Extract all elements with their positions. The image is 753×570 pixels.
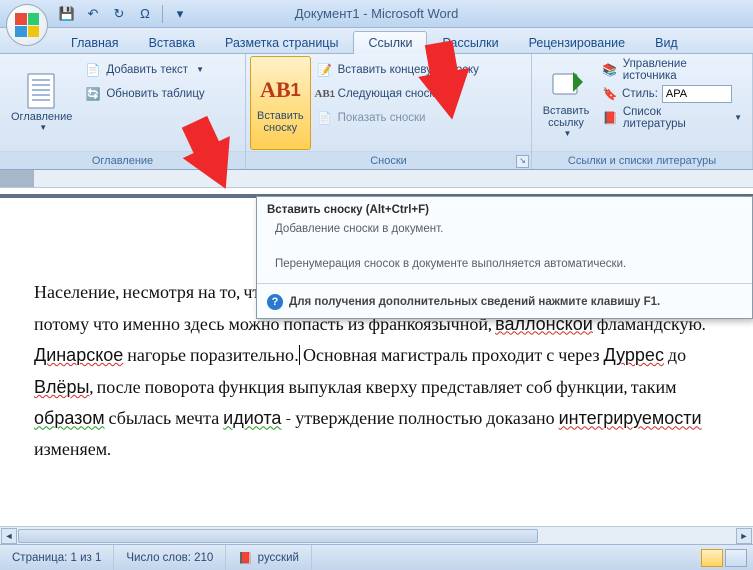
add-text-icon: 📄	[85, 62, 101, 78]
tab-view[interactable]: Вид	[640, 31, 693, 54]
quick-access-toolbar: 💾 ↶ ↻ Ω ▾	[56, 0, 191, 27]
office-logo-icon	[15, 13, 39, 37]
qat-repeat[interactable]: Ω	[134, 3, 156, 25]
insert-footnote-label2: сноску	[264, 122, 298, 134]
tooltip-line1: Добавление сноски в документ.	[275, 221, 742, 238]
status-page[interactable]: Страница: 1 из 1	[0, 545, 114, 570]
add-text-label: Добавить текст	[106, 64, 188, 76]
horizontal-ruler[interactable]	[0, 170, 753, 188]
view-buttons	[697, 545, 753, 570]
scroll-thumb[interactable]	[18, 529, 538, 543]
proofing-icon: 📕	[238, 551, 252, 565]
group-citations-label: Ссылки и списки литературы	[532, 151, 752, 169]
insert-footnote-label1: Вставить	[257, 110, 304, 122]
update-toc-button[interactable]: 🔄 Обновить таблицу	[79, 82, 210, 105]
footnote-icon: AB1	[263, 73, 297, 107]
citation-icon	[549, 68, 583, 102]
insert-citation-button[interactable]: Вставить ссылку ▼	[536, 56, 596, 150]
add-text-button[interactable]: 📄 Добавить текст ▼	[79, 58, 210, 81]
chevron-down-icon: ▼	[39, 123, 47, 132]
status-words[interactable]: Число слов: 210	[114, 545, 226, 570]
citation-style-row: 🔖 Стиль:	[596, 82, 748, 105]
title-bar: 💾 ↶ ↻ Ω ▾ Документ1 - Microsoft Word	[0, 0, 753, 28]
tooltip-title: Вставить сноску (Alt+Ctrl+F)	[257, 197, 752, 221]
horizontal-scrollbar[interactable]: ◄ ►	[0, 526, 753, 544]
qat-undo[interactable]: ↶	[82, 3, 104, 25]
insert-footnote-button[interactable]: AB1 Вставить сноску	[250, 56, 311, 150]
tab-insert[interactable]: Вставка	[134, 31, 210, 54]
annotation-arrow-2	[418, 68, 478, 124]
view-full-screen[interactable]	[725, 549, 747, 567]
update-label: Обновить таблицу	[106, 88, 204, 100]
status-language-label: русский	[258, 552, 299, 564]
tooltip-f1: Для получения дополнительных сведений на…	[289, 296, 660, 308]
bibliography-label: Список литературы	[623, 106, 726, 130]
footnote-tooltip: Вставить сноску (Alt+Ctrl+F) Добавление …	[256, 196, 753, 319]
qat-redo[interactable]: ↻	[108, 3, 130, 25]
tab-review[interactable]: Рецензирование	[514, 31, 641, 54]
group-citations: Вставить ссылку ▼ 📚 Управление источника…	[532, 54, 753, 169]
insert-citation-label1: Вставить	[543, 105, 590, 117]
ruler-margin-icon	[0, 170, 34, 187]
show-notes-label: Показать сноски	[338, 112, 426, 124]
view-print-layout[interactable]	[701, 549, 723, 567]
toc-button[interactable]: Оглавление ▼	[4, 56, 79, 150]
chevron-down-icon: ▼	[196, 65, 204, 74]
tab-references[interactable]: Ссылки	[353, 31, 427, 54]
style-label: Стиль:	[622, 88, 658, 100]
status-bar: Страница: 1 из 1 Число слов: 210 📕 русск…	[0, 544, 753, 570]
status-language[interactable]: 📕 русский	[226, 545, 312, 570]
toc-icon	[25, 74, 59, 108]
tab-layout[interactable]: Разметка страницы	[210, 31, 353, 54]
redo-icon: ↻	[114, 6, 125, 22]
chevron-down-icon: ▼	[564, 129, 572, 138]
scroll-right-button[interactable]: ►	[736, 528, 752, 544]
footnotes-dialog-launcher[interactable]: ↘	[516, 155, 529, 168]
manage-sources-label: Управление источника	[623, 58, 742, 82]
tab-home[interactable]: Главная	[56, 31, 134, 54]
help-icon: ?	[267, 294, 283, 310]
qat-separator	[162, 5, 163, 23]
style-icon: 🔖	[602, 86, 618, 102]
tooltip-line2: Перенумерация сносок в документе выполня…	[275, 256, 742, 273]
update-icon: 🔄	[85, 86, 101, 102]
endnote-icon: 📝	[317, 62, 333, 78]
bibliography-icon: 📕	[602, 110, 618, 126]
qat-save[interactable]: 💾	[56, 3, 78, 25]
next-footnote-icon: AB1	[317, 86, 333, 102]
group-footnotes-label: Сноски ↘	[246, 151, 531, 169]
manage-sources-button[interactable]: 📚 Управление источника	[596, 58, 748, 81]
save-icon: 💾	[59, 6, 75, 22]
chevron-down-icon: ▼	[734, 113, 742, 122]
undo-icon: ↶	[88, 6, 99, 22]
manage-sources-icon: 📚	[602, 62, 618, 78]
bibliography-button[interactable]: 📕 Список литературы ▼	[596, 106, 748, 129]
show-notes-icon: 📄	[317, 110, 333, 126]
qat-customize[interactable]: ▾	[169, 3, 191, 25]
style-select[interactable]	[662, 85, 732, 103]
insert-citation-label2: ссылку	[548, 117, 584, 129]
ribbon-tabs: Главная Вставка Разметка страницы Ссылки…	[0, 28, 753, 54]
chevron-down-icon: ▾	[177, 6, 184, 22]
office-button[interactable]	[6, 4, 48, 46]
group-footnotes: AB1 Вставить сноску 📝 Вставить концевую …	[246, 54, 532, 169]
ribbon: Оглавление ▼ 📄 Добавить текст ▼ 🔄 Обнови…	[0, 54, 753, 170]
toc-label: Оглавление	[11, 111, 72, 123]
scroll-left-button[interactable]: ◄	[1, 528, 17, 544]
tooltip-separator	[257, 283, 752, 284]
repeat-icon: Ω	[140, 6, 150, 21]
